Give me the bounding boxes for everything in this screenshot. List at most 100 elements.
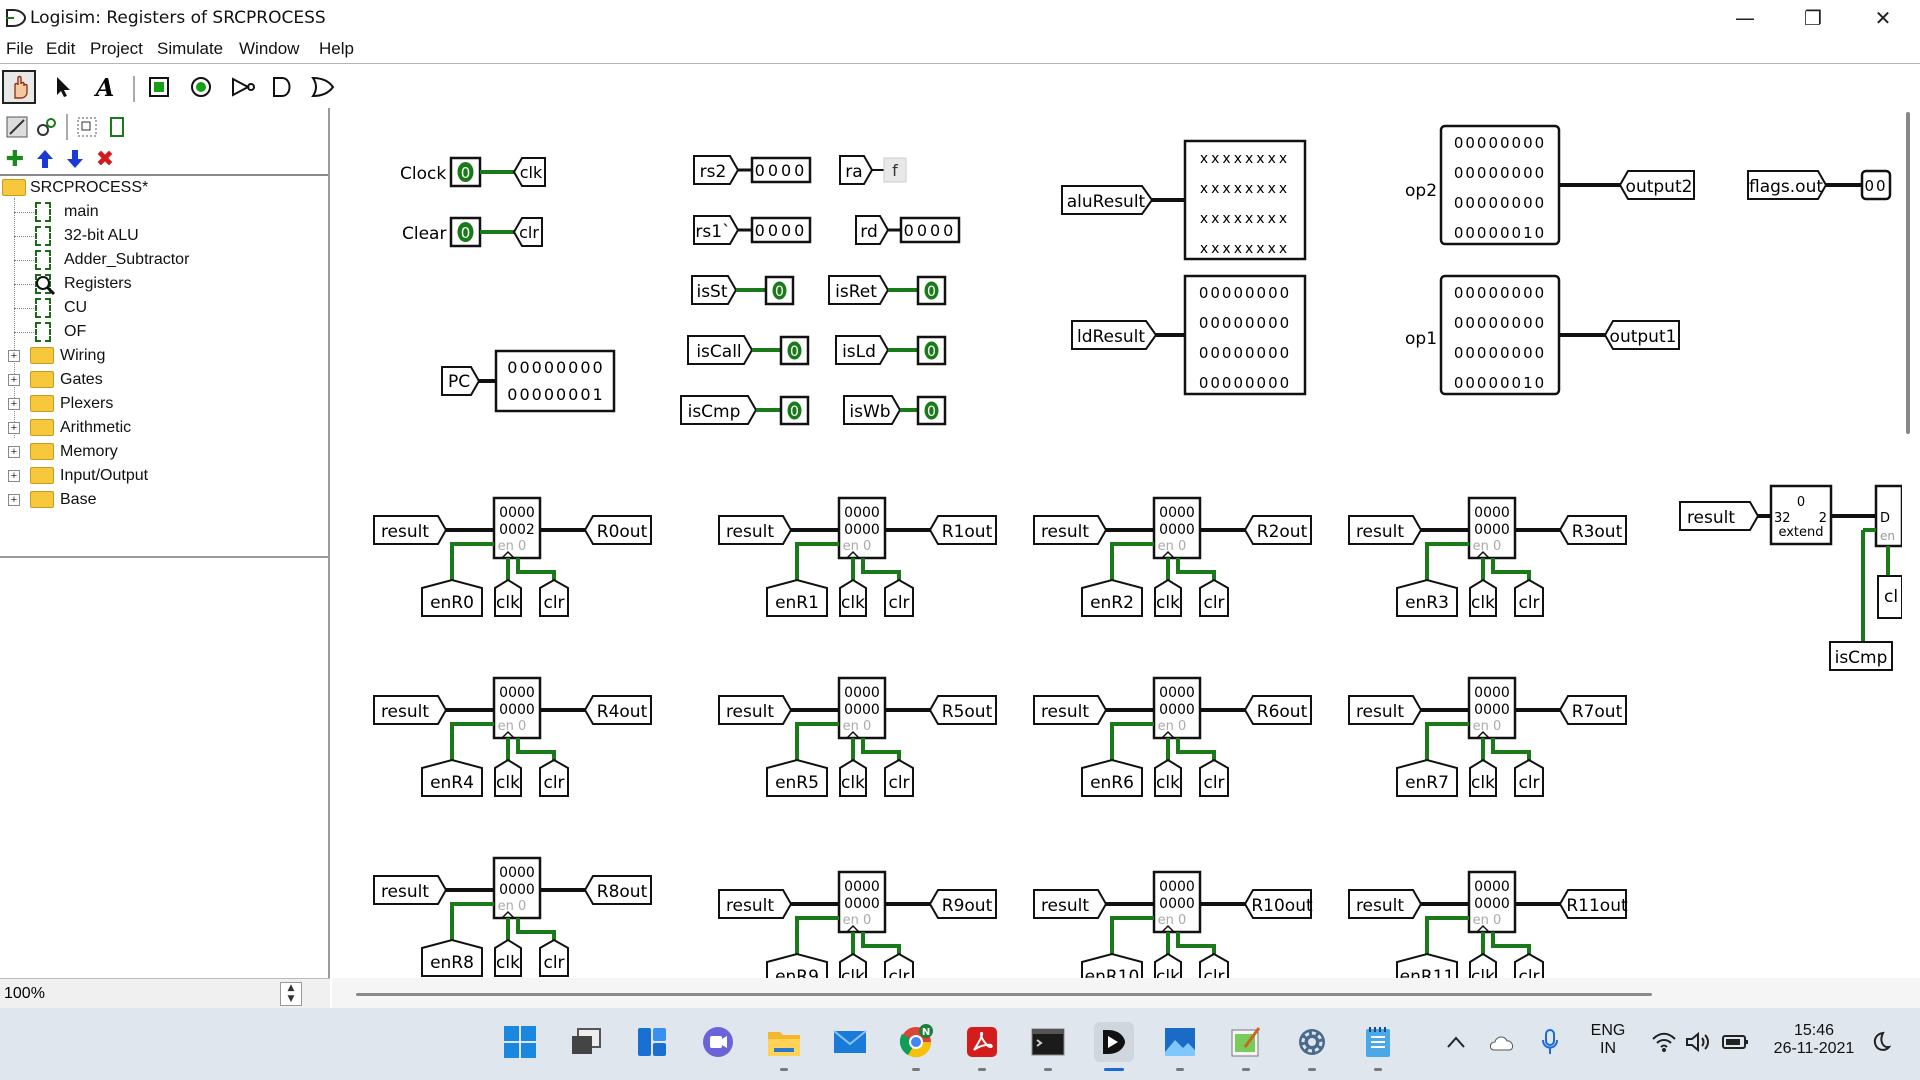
tree-circuit-32bit-alu[interactable]: 32-bit ALU: [0, 224, 328, 248]
pc-group: PC 00000000 00000001: [441, 349, 616, 413]
terminal-icon[interactable]: [1028, 1022, 1068, 1062]
register-enable-label: en 0: [843, 539, 872, 554]
tree-library-base[interactable]: + Base: [0, 488, 328, 512]
ld-result-group: ldResult 00000000 00000000 00000000 0000…: [1071, 274, 1307, 396]
chrome-icon[interactable]: N: [896, 1022, 936, 1062]
clr-tunnel-label: clr: [519, 223, 539, 242]
chat-icon[interactable]: [698, 1022, 738, 1062]
expand-icon[interactable]: +: [8, 422, 20, 434]
output-pin-tool-icon[interactable]: [184, 70, 218, 104]
tree-circuit-registers[interactable]: Registers: [0, 272, 328, 296]
isSt-group: isSt 0: [691, 275, 795, 306]
select-tool-icon[interactable]: [46, 70, 80, 104]
show-hidden-icons-chevron-up-icon[interactable]: [1436, 1022, 1476, 1062]
file-explorer-icon[interactable]: [764, 1022, 804, 1062]
register-r10: result00000000en 0R10outenR10 clk clr: [1033, 870, 1313, 978]
tree-circuit-cu[interactable]: CU: [0, 296, 328, 320]
clk-tunnel-label: clk: [1156, 967, 1180, 978]
clk-tunnel-label: clk: [1471, 967, 1495, 978]
appearance-view-icon[interactable]: [74, 114, 100, 140]
expand-icon[interactable]: +: [8, 350, 20, 362]
task-view-icon[interactable]: [566, 1022, 606, 1062]
mail-icon[interactable]: [830, 1022, 870, 1062]
tree-library-memory[interactable]: + Memory: [0, 440, 328, 464]
circuit-canvas[interactable]: Clock 0 clk Clear 0 clr PC 00000000 0000…: [332, 108, 1920, 978]
volume-icon[interactable]: [1678, 1022, 1718, 1062]
register-value-low: 0000: [1159, 702, 1195, 718]
isCmp-group: isCmp 0: [680, 395, 810, 426]
battery-icon[interactable]: [1716, 1022, 1756, 1062]
paint-icon[interactable]: [1226, 1022, 1266, 1062]
menu-file[interactable]: File: [6, 39, 33, 59]
simulation-view-icon[interactable]: [34, 114, 60, 140]
running-indicator: [978, 1068, 986, 1071]
ra-group: ra f: [839, 155, 907, 185]
register-value-high: 0000: [1474, 505, 1510, 521]
menu-project[interactable]: Project: [90, 39, 143, 59]
expand-icon[interactable]: +: [8, 374, 20, 386]
zoom-spinner[interactable]: ▲ ▼: [280, 982, 302, 1006]
or-gate-tool-icon[interactable]: [306, 70, 340, 104]
tree-library-wiring[interactable]: + Wiring: [0, 344, 328, 368]
clock[interactable]: 15:46 26-11-2021: [1762, 1022, 1866, 1058]
output-tunnel-label: R8out: [597, 882, 648, 902]
tree-library-arithmetic[interactable]: + Arithmetic: [0, 416, 328, 440]
rd-value: 0000: [904, 221, 957, 240]
logisim-taskbar-icon[interactable]: [1094, 1022, 1134, 1062]
op1-line: 00000000: [1454, 284, 1546, 302]
op1-label: op1: [1405, 329, 1437, 349]
expand-icon[interactable]: +: [8, 494, 20, 506]
menu-help[interactable]: Help: [319, 39, 354, 59]
clr-wire: [1176, 932, 1216, 954]
register-enable-label: en 0: [1158, 539, 1187, 554]
output-tunnel-label: R11out: [1566, 896, 1628, 916]
move-down-icon[interactable]: [62, 146, 88, 172]
alu-line: xxxxxxxx: [1200, 151, 1290, 167]
remove-circuit-icon[interactable]: ✖: [92, 146, 118, 172]
tree-library-gates[interactable]: + Gates: [0, 368, 328, 392]
move-up-icon[interactable]: [32, 146, 58, 172]
op2-line: 00000000: [1454, 134, 1546, 152]
not-gate-tool-icon[interactable]: [226, 70, 260, 104]
notification-moon-icon[interactable]: [1860, 1022, 1900, 1062]
start-icon[interactable]: [500, 1022, 540, 1062]
acrobat-icon[interactable]: [962, 1022, 1002, 1062]
close-button[interactable]: ✕: [1848, 0, 1918, 36]
expand-icon[interactable]: +: [8, 446, 20, 458]
menu-simulate[interactable]: Simulate: [157, 39, 223, 59]
library-label: Base: [60, 491, 97, 508]
menu-window[interactable]: Window: [239, 39, 299, 59]
and-gate-tool-icon[interactable]: [266, 70, 300, 104]
tree-library-plexers[interactable]: + Plexers: [0, 392, 328, 416]
horizontal-scroll-thumb[interactable]: [356, 993, 1652, 996]
maximize-button[interactable]: ❐: [1778, 0, 1848, 36]
widgets-icon[interactable]: [632, 1022, 672, 1062]
vertical-scroll-thumb[interactable]: [1906, 112, 1910, 434]
photos-icon[interactable]: [1160, 1022, 1200, 1062]
poke-tool-icon[interactable]: [2, 70, 36, 104]
layout-view-icon[interactable]: [104, 114, 130, 140]
ld-line: 00000000: [1199, 314, 1291, 332]
tree-circuit-of[interactable]: OF: [0, 320, 328, 344]
expand-icon[interactable]: +: [8, 470, 20, 482]
onedrive-cloud-icon[interactable]: [1482, 1022, 1522, 1062]
enable-tunnel-label: enR4: [430, 773, 474, 793]
tree-circuit-main[interactable]: main: [0, 200, 328, 224]
enable-tunnel-label: enR3: [1405, 593, 1449, 613]
input-pin-tool-icon[interactable]: [142, 70, 176, 104]
tree-circuit-adder-subtractor[interactable]: Adder_Subtractor: [0, 248, 328, 272]
microphone-icon[interactable]: [1530, 1022, 1570, 1062]
minimize-button[interactable]: —: [1710, 0, 1780, 36]
notepad-icon[interactable]: [1358, 1022, 1398, 1062]
language-indicator[interactable]: ENG IN: [1582, 1022, 1634, 1058]
toolbox-view-icon[interactable]: [4, 114, 30, 140]
tree-library-input-output[interactable]: + Input/Output: [0, 464, 328, 488]
expand-icon[interactable]: +: [8, 398, 20, 410]
text-tool-icon[interactable]: A: [88, 70, 122, 104]
vertical-scrollbar[interactable]: [1902, 108, 1920, 978]
zoom-level[interactable]: 100%: [4, 985, 45, 1003]
tree-project-root[interactable]: SRCPROCESS*: [0, 176, 328, 200]
add-circuit-icon[interactable]: ✚: [2, 146, 28, 172]
settings-icon[interactable]: [1292, 1022, 1332, 1062]
menu-edit[interactable]: Edit: [46, 39, 75, 59]
